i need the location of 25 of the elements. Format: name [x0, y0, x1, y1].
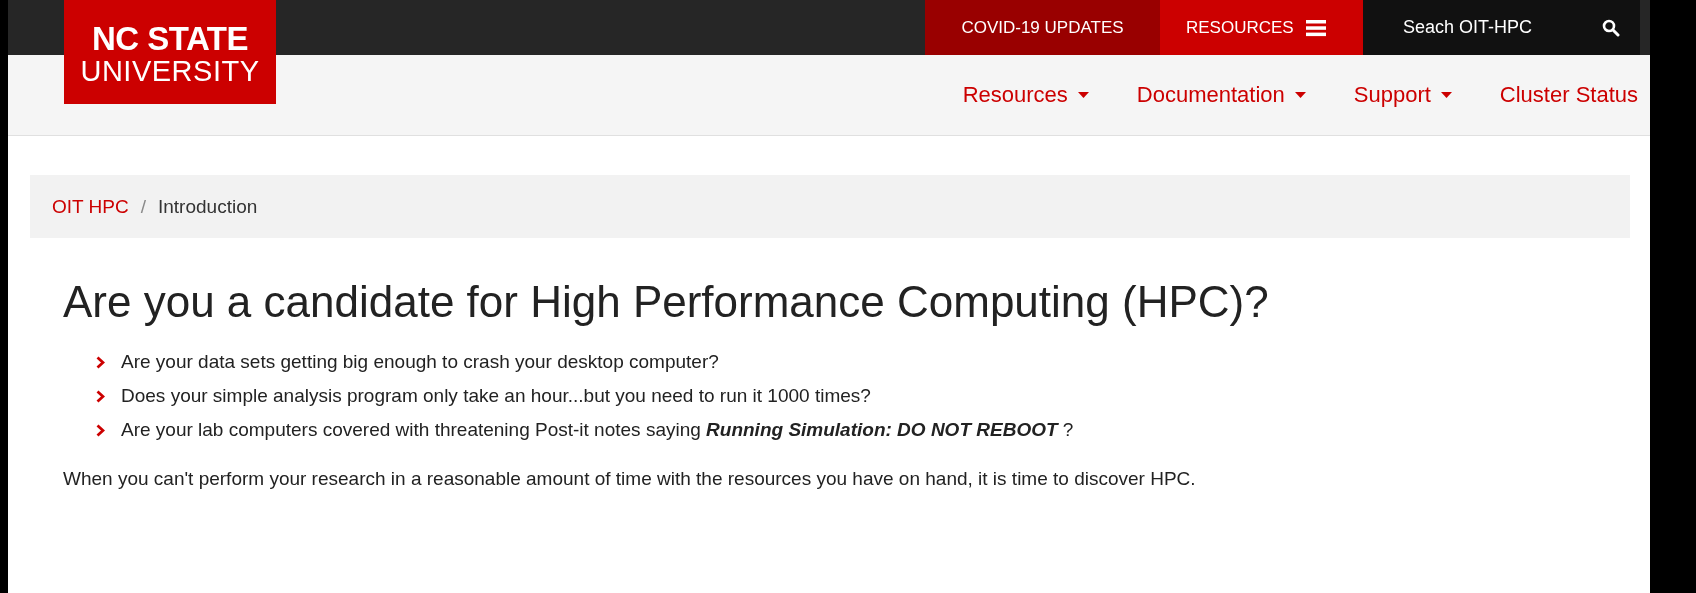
bullet-text: Are your lab computers covered with threatening Post-it notes saying Running Simulation: DO NOT REBOOT ?: [121, 418, 1074, 442]
covid-updates-link[interactable]: COVID-19 UPDATES: [925, 0, 1160, 55]
nav-link[interactable]: Resources: [962, 82, 1089, 108]
nav-link[interactable]: Documentation: [1136, 82, 1306, 108]
bullet-text: Does your simple analysis program only take an hour...but you need to run it 1000 times?: [121, 384, 871, 408]
menu-icon: [1305, 18, 1326, 37]
chevron-icon: [96, 355, 105, 369]
breadcrumb-link[interactable]: OIT HPC: [52, 195, 129, 218]
resources-menu-button[interactable]: RESOURCES: [1160, 0, 1363, 55]
search-icon[interactable]: [1602, 18, 1620, 37]
nav-link[interactable]: Cluster Status: [1499, 82, 1638, 108]
caret-icon: [1077, 92, 1089, 98]
page-heading: Are you a candidate for High Performance Computing (HPC)?: [63, 276, 1270, 328]
nav-link[interactable]: Support: [1353, 82, 1452, 108]
caret-icon: [1294, 92, 1306, 98]
bullet-text: Are your data sets getting big enough to crash your desktop computer?: [121, 350, 719, 374]
breadcrumb-current: Introduction: [158, 195, 258, 218]
caret-icon: [1440, 92, 1452, 98]
university-logo[interactable]: NC STATE UNIVERSITY: [64, 0, 276, 104]
body-paragraph: When you can't perform your research in a reasonable amount of time with the resources you have on hand, it is time to discover HPC.: [63, 468, 1197, 490]
search-bar[interactable]: Seach OIT-HPC: [1363, 0, 1640, 55]
search-field[interactable]: Seach OIT-HPC: [1401, 16, 1602, 39]
breadcrumb-separator: /: [140, 195, 146, 218]
chevron-icon: [96, 389, 105, 403]
chevron-icon: [96, 423, 105, 437]
